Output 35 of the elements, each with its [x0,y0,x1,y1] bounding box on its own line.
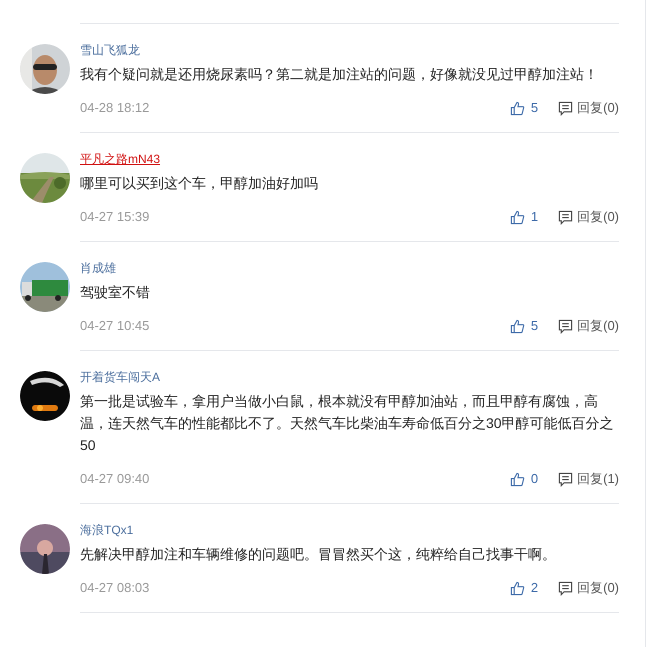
reply-button[interactable]: 回复(0) [558,578,619,598]
username-link[interactable]: 开着货车闯天A [80,369,160,385]
like-button[interactable]: 5 [510,98,538,118]
thumbs-up-icon [510,472,525,486]
comment-icon [558,210,574,224]
comment-text: 驾驶室不错 [80,283,151,302]
comment-time: 04-27 10:45 [80,317,150,336]
comment-time: 04-27 08:03 [80,579,150,598]
comment-time: 04-27 09:40 [80,470,150,488]
thumbs-up-icon [510,580,525,596]
thumbs-up-icon [510,318,525,334]
thumbs-up-icon [510,210,525,224]
like-button[interactable]: 2 [510,578,538,598]
comment-icon [558,472,574,486]
comment-time: 04-27 15:39 [80,208,150,226]
comment-text: 先解决甲醇加注和车辆维修的问题吧。冒冒然买个这，纯粹给自己找事干啊。 [80,545,557,564]
comment-icon [558,580,574,596]
like-button[interactable]: 0 [510,469,538,489]
comment-time: 04-28 18:12 [80,99,150,118]
reply-button[interactable]: 回复(0) [558,98,619,118]
comment-text: 我有个疑问就是还用烧尿素吗？第二就是加注站的问题，好像就没见过甲醇加注站！ [80,65,599,84]
username-link[interactable]: 雪山飞狐龙 [80,42,140,58]
reply-button[interactable]: 回复(0) [558,207,619,227]
thumbs-up-icon [510,100,525,116]
username-link[interactable]: 肖成雄 [80,260,116,276]
username-link[interactable]: 海浪TQx1 [80,522,134,538]
username-link[interactable]: 平凡之路mN43 [80,151,160,167]
comment-text: 哪里可以买到这个车，甲醇加油好加吗 [80,174,319,193]
comment-text: 第一批是试验车，拿用户当做小白鼠，根本就没有甲醇加油站，而且甲醇有腐蚀，高温，连天然气车的性能都比不了。天然气车比柴油车寿命低百分之30甲醇可能低百分之50 [80,392,615,455]
like-button[interactable]: 5 [510,316,538,336]
comment-icon [558,100,574,116]
comment-icon [558,318,574,334]
reply-button[interactable]: 回复(1) [558,469,619,489]
like-button[interactable]: 1 [510,207,538,227]
reply-button[interactable]: 回复(0) [558,316,619,336]
